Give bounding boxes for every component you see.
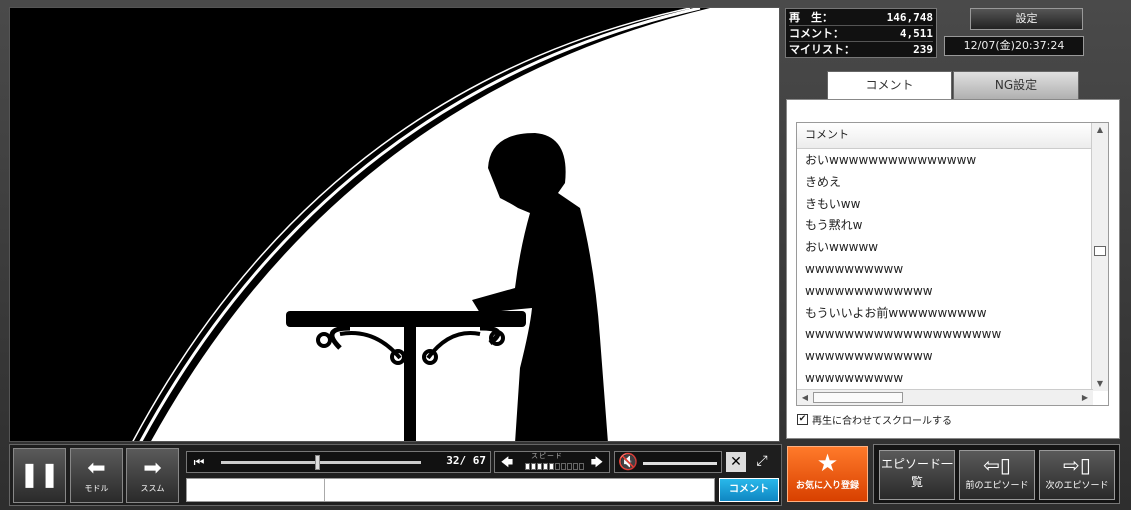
arrow-left-icon: ⬅ (87, 456, 106, 481)
comment-input[interactable] (186, 478, 715, 502)
speed-cell[interactable] (549, 463, 554, 470)
list-item[interactable]: wwwwwwwwwwwww (797, 345, 1092, 367)
speed-cell[interactable] (573, 463, 578, 470)
star-icon: ★ (816, 449, 839, 477)
speaker-muted-icon[interactable]: 🔇 (618, 452, 638, 474)
vertical-scrollbar[interactable]: ▲ ▼ (1091, 123, 1108, 391)
list-item[interactable]: おいwwwwwwwwwwwwwww (797, 149, 1092, 171)
mylist-count-row: マイリスト： 239 (789, 42, 933, 58)
tab-comment[interactable]: コメント (827, 71, 952, 101)
comment-list[interactable]: コメント おいwwwwwwwwwwwwwww きめえ きもいww もう黙れw おいwww… (796, 122, 1109, 406)
next-episode-button[interactable]: ⇨▯ 次のエピソード (1039, 450, 1115, 500)
autoscroll-option[interactable]: ✔ 再生に合わせてスクロールする (797, 412, 952, 427)
forward-label: ススム (140, 484, 165, 493)
favorite-button[interactable]: ★ お気に入り登録 (787, 446, 868, 502)
speed-cell[interactable] (579, 463, 584, 470)
speed-cell[interactable] (531, 463, 536, 470)
list-item[interactable]: きもいww (797, 193, 1092, 215)
list-item[interactable]: もういいよお前wwwwwwwwww (797, 302, 1092, 324)
scroll-down-icon[interactable]: ▼ (1092, 377, 1108, 391)
speed-label: スピード (531, 452, 563, 460)
command-input[interactable] (187, 479, 325, 501)
speed-cell[interactable] (543, 463, 548, 470)
favorite-label: お気に入り登録 (795, 481, 859, 491)
prev-episode-icon: ⇦▯ (983, 453, 1011, 477)
comment-panel: コメント おいwwwwwwwwwwwwwww きめえ きもいww もう黙れw おいwww… (786, 99, 1120, 439)
prev-episode-button[interactable]: ⇦▯ 前のエピソード (959, 450, 1035, 500)
autoscroll-label: 再生に合わせてスクロールする (812, 416, 952, 427)
list-item[interactable]: きめえ (797, 171, 1092, 193)
horizontal-scrollbar[interactable]: ◀ ▶ (797, 389, 1093, 405)
fullscreen-icon[interactable]: ⤢ (752, 451, 772, 473)
video-player-app: 再 生： 146,748 コメント： 4,511 マイリスト： 239 設定 1… (0, 0, 1131, 510)
list-item[interactable]: wwwwwwwwww (797, 367, 1092, 389)
next-episode-label: 次のエピソード (1045, 481, 1109, 491)
player-controls: ❚❚ ⬅ モドル ➡ ススム ⏮ 32/ 67 🡄 スピード 🡆 🔇 ✕ ⤢ コ… (9, 444, 782, 506)
playback-time: 32/ 67 (446, 454, 486, 467)
list-item[interactable]: wwwwwwwwwwwww (797, 280, 1092, 302)
speed-up-icon[interactable]: 🡆 (587, 452, 607, 474)
close-comments-icon[interactable]: ✕ (726, 452, 746, 472)
speed-down-icon[interactable]: 🡄 (497, 452, 517, 474)
play-count-row: 再 生： 146,748 (789, 10, 933, 26)
speed-cell[interactable] (561, 463, 566, 470)
speed-cell[interactable] (537, 463, 542, 470)
skip-to-start-icon[interactable]: ⏮ (189, 452, 209, 474)
mylist-count-value: 239 (913, 43, 933, 56)
back-button[interactable]: ⬅ モドル (70, 448, 123, 503)
episode-list-label: エピソード一覧 (880, 457, 953, 489)
volume-control: 🔇 (614, 451, 722, 473)
tab-ng-settings[interactable]: NG設定 (953, 71, 1079, 100)
scroll-right-icon[interactable]: ▶ (1077, 391, 1093, 405)
comment-submit-button[interactable]: コメント (719, 478, 779, 502)
scroll-up-icon[interactable]: ▲ (1092, 123, 1108, 137)
horizontal-scroll-thumb[interactable] (813, 392, 903, 403)
volume-slider[interactable] (643, 462, 717, 465)
comment-count-label: コメント： (789, 27, 844, 40)
next-episode-icon: ⇨▯ (1063, 453, 1091, 477)
pause-icon: ❚❚ (19, 460, 60, 488)
speed-cell[interactable] (555, 463, 560, 470)
episode-navigation: エピソード一覧 ⇦▯ 前のエピソード ⇨▯ 次のエピソード (873, 444, 1120, 504)
comment-count-value: 4,511 (899, 27, 933, 40)
prev-episode-label: 前のエピソード (965, 481, 1029, 491)
speed-cell[interactable] (567, 463, 572, 470)
comment-count-row: コメント： 4,511 (789, 26, 933, 42)
speed-level-meter[interactable] (525, 463, 584, 470)
seek-knob[interactable] (315, 455, 320, 470)
play-count-label: 再 生： (789, 11, 833, 24)
arrow-right-icon: ➡ (143, 456, 162, 481)
back-label: モドル (84, 484, 109, 493)
list-item[interactable]: wwwwwwwwwwwwwwwwwwww (797, 323, 1092, 345)
speed-cell[interactable] (525, 463, 530, 470)
play-count-value: 146,748 (886, 11, 933, 24)
seek-rail[interactable] (221, 461, 421, 464)
list-item[interactable]: wwwwwwwwww (797, 258, 1092, 280)
video-screen[interactable] (9, 7, 780, 442)
video-frame-silhouette (10, 8, 779, 441)
forward-button[interactable]: ➡ ススム (126, 448, 179, 503)
datetime-display: 12/07(金)20:37:24 (944, 36, 1084, 56)
pause-button[interactable]: ❚❚ (13, 448, 66, 503)
video-stats: 再 生： 146,748 コメント： 4,511 マイリスト： 239 (785, 8, 937, 58)
speed-control: 🡄 スピード 🡆 (494, 451, 610, 473)
scroll-left-icon[interactable]: ◀ (797, 391, 813, 405)
settings-button[interactable]: 設定 (970, 8, 1083, 30)
list-item[interactable]: もう黙れw (797, 214, 1092, 236)
seek-bar[interactable]: ⏮ 32/ 67 (186, 451, 491, 473)
autoscroll-checkbox[interactable]: ✔ (797, 414, 808, 425)
mylist-count-label: マイリスト： (789, 43, 855, 56)
comment-list-header[interactable]: コメント (797, 123, 1092, 149)
vertical-scroll-thumb[interactable] (1094, 246, 1106, 256)
list-item[interactable]: おいwwwww (797, 236, 1092, 258)
comment-list-items: おいwwwwwwwwwwwwwww きめえ きもいww もう黙れw おいwwwww www… (797, 149, 1092, 389)
episode-list-button[interactable]: エピソード一覧 (879, 450, 955, 500)
